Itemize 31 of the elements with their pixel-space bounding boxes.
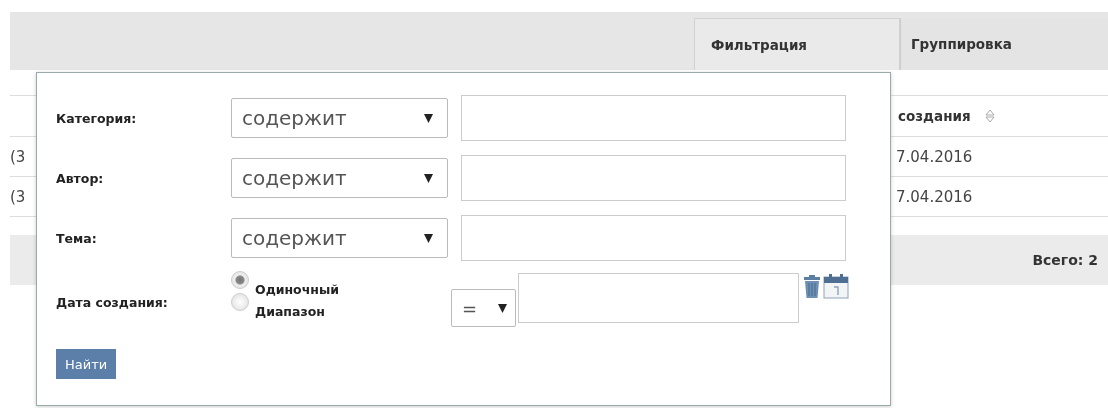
radio-button[interactable]: [231, 271, 249, 289]
operator-dropdown[interactable]: =: [451, 289, 516, 327]
radio-button[interactable]: [231, 293, 249, 311]
operator-dropdown[interactable]: содержит: [231, 98, 448, 138]
column-header[interactable]: создания: [888, 96, 995, 136]
caret-icon: [498, 303, 507, 313]
trash-icon[interactable]: [803, 273, 821, 299]
tab[interactable]: Фильтрация: [694, 18, 900, 70]
radio-label: Диапазон: [255, 304, 325, 319]
input-field[interactable]: [461, 215, 846, 261]
total-count: Всего: 2: [1032, 252, 1098, 268]
table-cell-text: (3: [10, 187, 27, 206]
field-label: Категория:: [56, 110, 138, 126]
caret-icon: [424, 173, 433, 183]
input-field[interactable]: [461, 155, 846, 201]
date-input-field[interactable]: [518, 273, 799, 323]
operator-dropdown[interactable]: содержит: [231, 158, 448, 198]
search-button[interactable]: Найти: [56, 349, 117, 379]
operator-dropdown[interactable]: содержит: [231, 218, 448, 258]
field-label: Тема:: [56, 230, 98, 246]
field-label: Дата создания:: [56, 294, 169, 310]
table-cell-text: (3: [10, 147, 27, 166]
caret-icon: [424, 113, 433, 123]
table-cell: 7.04.2016: [896, 187, 973, 206]
input-field[interactable]: [461, 95, 846, 141]
sort-icon: [984, 109, 995, 123]
field-label: Автор:: [56, 170, 105, 186]
caret-icon: [424, 233, 433, 243]
table-cell: 7.04.2016: [896, 147, 973, 166]
calendar-icon[interactable]: [823, 273, 849, 299]
radio-label: Одиночный: [255, 282, 339, 297]
